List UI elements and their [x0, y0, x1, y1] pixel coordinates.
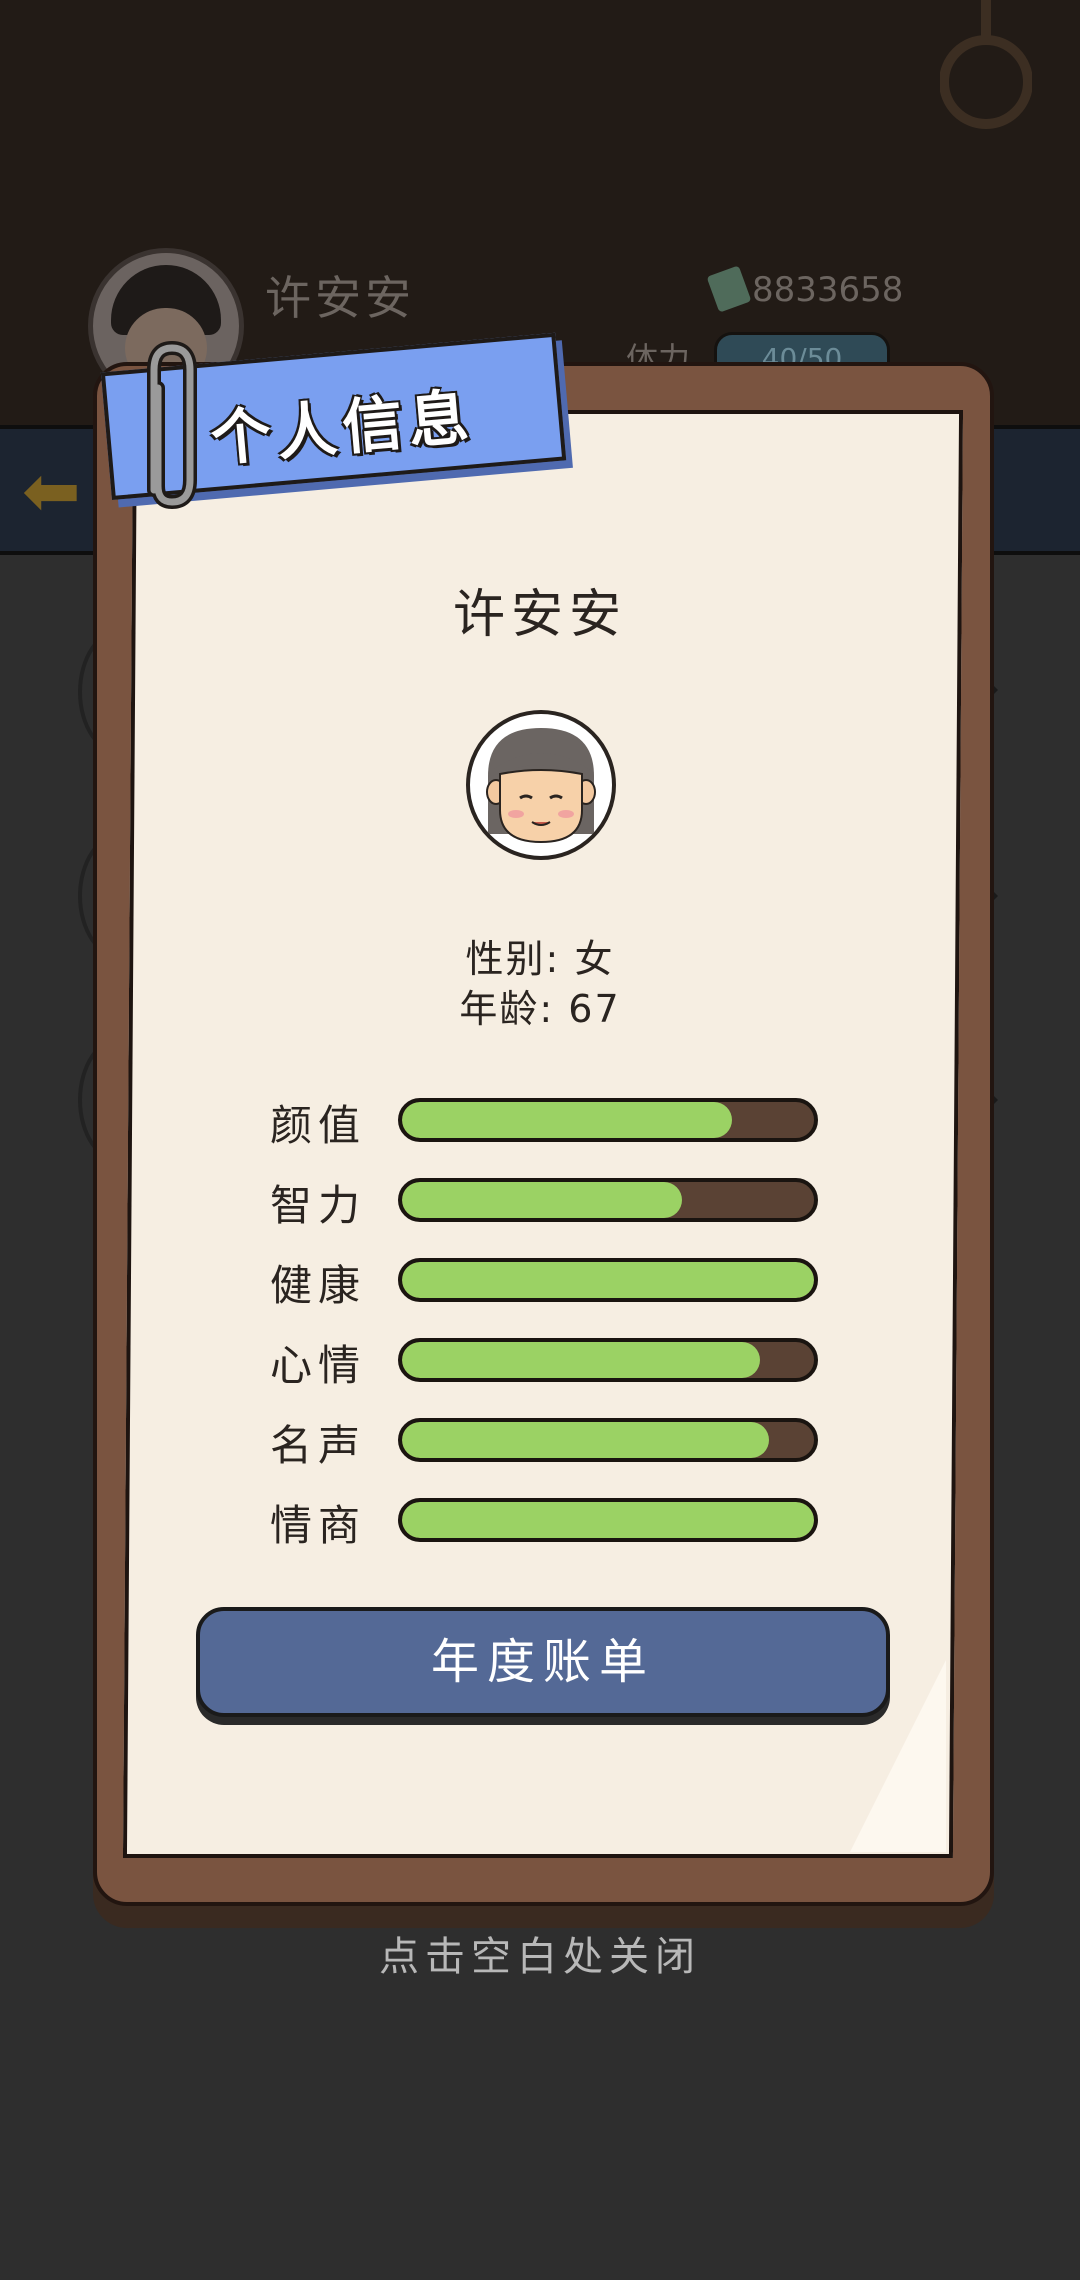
stat-bar-reputation [398, 1418, 818, 1462]
close-hint[interactable]: 点击空白处关闭 [0, 1924, 1080, 1982]
annual-bill-button[interactable]: 年度账单 [196, 1607, 890, 1717]
stat-label-mood: 心情 [270, 1341, 367, 1390]
stat-fill [402, 1342, 761, 1378]
stat-label-intelligence: 智力 [270, 1181, 367, 1230]
age-row: 年龄: 67 [0, 978, 1080, 1033]
profile-name: 许安安 [452, 585, 627, 645]
stat-bar-mood [398, 1338, 818, 1382]
stat-fill [402, 1102, 732, 1138]
stat-label-appearance: 颜值 [270, 1101, 367, 1150]
stat-bar-appearance [398, 1098, 818, 1142]
gender-row: 性别: 女 [0, 928, 1080, 983]
arrow-left-icon: ⬅ [22, 450, 81, 532]
elderly-woman-avatar-icon [486, 728, 596, 844]
avatar [466, 710, 616, 860]
stat-fill [402, 1262, 814, 1298]
gender-value: 女 [574, 937, 615, 981]
stat-bar-health [398, 1258, 818, 1302]
stat-label-eq: 情商 [270, 1501, 367, 1550]
age-label: 年龄: [459, 987, 555, 1031]
stat-label-health: 健康 [270, 1261, 367, 1310]
banner-title: 个人信息 [208, 382, 478, 475]
hook-ring-icon [940, 0, 1032, 129]
age-value: 67 [568, 987, 621, 1031]
background-player-name: 许安安 [265, 271, 415, 325]
stat-bar-eq [398, 1498, 818, 1542]
stat-bar-intelligence [398, 1178, 818, 1222]
stat-label-reputation: 名声 [270, 1421, 367, 1470]
gender-label: 性别: [465, 937, 561, 981]
stat-fill [402, 1182, 683, 1218]
stat-fill [402, 1422, 769, 1458]
stat-fill [402, 1502, 814, 1538]
background-money: 8833658 [752, 270, 904, 310]
paperclip-icon [147, 340, 197, 510]
